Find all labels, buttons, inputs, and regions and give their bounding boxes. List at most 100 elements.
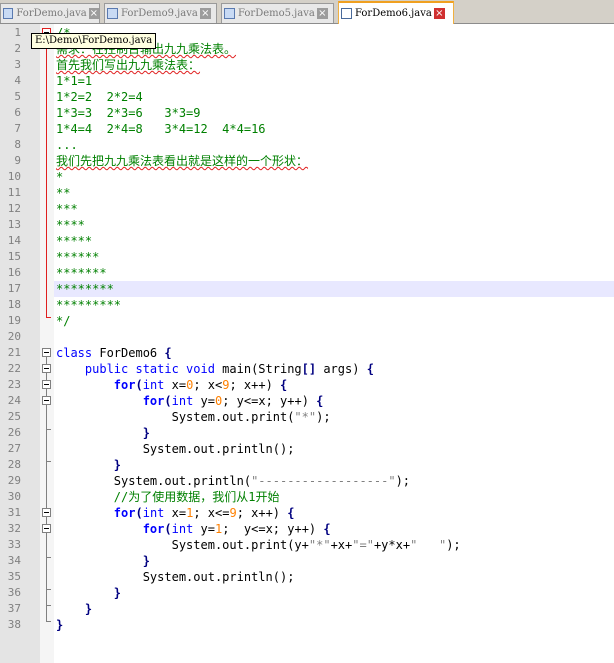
code-token: } <box>142 426 150 440</box>
code-line[interactable]: for(int y=1; y<=x; y++) { <box>56 521 331 537</box>
code-line[interactable]: ******* <box>56 265 107 281</box>
code-line[interactable]: System.out.print("*"); <box>56 409 331 425</box>
tab-fordemo9[interactable]: ForDemo9.java × <box>104 3 217 23</box>
line-number: 16 <box>7 266 21 279</box>
code-line[interactable]: for(int x=0; x<9; x++) { <box>56 377 287 393</box>
code-line[interactable]: } <box>56 601 92 617</box>
code-line[interactable]: } <box>56 425 150 441</box>
code-token: ******* <box>56 266 107 280</box>
code-line[interactable]: } <box>56 457 121 473</box>
code-line[interactable]: for(int y=0; y<=x; y++) { <box>56 393 324 409</box>
fold-margin <box>40 24 54 663</box>
code-line[interactable]: } <box>56 617 63 633</box>
code-line[interactable]: * <box>56 169 63 185</box>
line-number: 13 <box>7 218 21 231</box>
fold-toggle-icon[interactable] <box>42 524 51 533</box>
code-token: } <box>113 586 122 600</box>
code-line[interactable]: System.out.println("------------------")… <box>56 473 410 489</box>
line-number: 8 <box>14 138 21 151</box>
line-number: 37 <box>7 602 21 615</box>
tab-fordemo6[interactable]: ForDemo6.java × <box>338 1 454 24</box>
code-line[interactable]: 1*2=2 2*2=4 <box>56 89 143 105</box>
code-token: //为了使用数据，我们从1开始 <box>56 490 280 504</box>
code-line[interactable]: **** <box>56 217 85 233</box>
fold-end-marker <box>46 317 51 318</box>
code-token: +y*x+ <box>373 538 411 552</box>
code-line[interactable]: ** <box>56 185 70 201</box>
code-line[interactable]: 我们先把九九乘法表看出就是这样的一个形状： <box>56 153 308 169</box>
code-token: 1*3=3 2*3=6 3*3=9 <box>56 106 201 120</box>
code-token: } <box>56 618 64 632</box>
code-token: ; x++) <box>236 506 288 520</box>
code-line[interactable]: class ForDemo6 { <box>56 345 172 361</box>
tab-fordemo5[interactable]: ForDemo5.java × <box>221 3 334 23</box>
code-token: x= <box>164 378 187 392</box>
code-line[interactable]: public static void main(String[] args) { <box>56 361 374 377</box>
fold-toggle-icon[interactable] <box>42 364 51 373</box>
code-line[interactable]: } <box>56 585 121 601</box>
line-number: 18 <box>7 298 21 311</box>
code-token: { <box>164 346 172 360</box>
line-number: 25 <box>7 410 21 423</box>
code-token: "*" <box>308 538 331 552</box>
code-line[interactable]: System.out.println(); <box>56 441 295 457</box>
code-line[interactable]: ******** <box>56 281 114 297</box>
code-token: 我们先把九九乘法表看出就是这样的一个形状： <box>56 154 309 168</box>
code-line[interactable]: ****** <box>56 249 99 265</box>
code-token: ); <box>395 474 411 488</box>
code-token: { <box>316 394 324 408</box>
code-token: { <box>323 522 331 536</box>
code-token: ( <box>164 394 172 408</box>
code-token: class <box>56 346 93 360</box>
code-token: System.out.print(y+ <box>56 538 309 552</box>
code-line[interactable]: 1*4=4 2*4=8 3*4=12 4*4=16 <box>56 121 266 137</box>
line-number: 11 <box>7 186 21 199</box>
code-token: 1*1=1 <box>56 74 93 88</box>
java-file-icon <box>107 8 118 19</box>
close-icon[interactable]: × <box>316 8 328 19</box>
fold-end-marker <box>46 589 51 590</box>
code-line[interactable]: //为了使用数据，我们从1开始 <box>56 489 280 505</box>
code-line[interactable]: } <box>56 553 150 569</box>
tab-bar: ForDemo.java × ForDemo9.java × ForDemo5.… <box>0 0 614 24</box>
code-line[interactable]: 首先我们写出九九乘法表： <box>56 57 200 73</box>
code-line[interactable]: 1*1=1 <box>56 73 92 89</box>
close-icon[interactable]: × <box>199 8 211 19</box>
code-line[interactable]: for(int x=1; x<=9; x++) { <box>56 505 295 521</box>
line-number: 6 <box>14 106 21 119</box>
code-token: 9 <box>229 506 237 520</box>
code-token: int <box>142 378 165 392</box>
code-token: ( <box>135 506 143 520</box>
line-number: 26 <box>7 426 21 439</box>
tab-fordemo[interactable]: ForDemo.java × <box>0 3 100 23</box>
code-line[interactable]: 1*3=3 2*3=6 3*3=9 <box>56 105 201 121</box>
fold-end-marker <box>46 461 51 462</box>
code-token: for <box>113 506 136 520</box>
line-number: 27 <box>7 442 21 455</box>
file-path-tooltip: E:\Demo\ForDemo.java <box>31 33 157 49</box>
code-line[interactable]: ***** <box>56 233 92 249</box>
tab-label: ForDemo.java <box>16 8 87 19</box>
code-token: args) <box>316 362 367 376</box>
code-token: **** <box>56 218 85 232</box>
code-line[interactable]: ********* <box>56 297 121 313</box>
code-line[interactable]: */ <box>56 313 70 329</box>
close-icon[interactable]: × <box>433 8 445 19</box>
close-icon[interactable]: × <box>88 8 99 19</box>
tab-label: ForDemo9.java <box>121 8 198 19</box>
code-line[interactable]: System.out.print(y+"*"+x+"="+y*x+" "); <box>56 537 461 553</box>
code-token: ***** <box>56 234 93 248</box>
code-line[interactable]: System.out.println(); <box>56 569 295 585</box>
code-line[interactable]: ... <box>56 137 78 153</box>
code-line[interactable]: *** <box>56 201 78 217</box>
fold-toggle-icon[interactable] <box>42 508 51 517</box>
line-number: 22 <box>7 362 21 375</box>
fold-toggle-icon[interactable] <box>42 396 51 405</box>
fold-toggle-icon[interactable] <box>42 348 51 357</box>
code-token: y= <box>193 522 215 536</box>
fold-toggle-icon[interactable] <box>42 380 51 389</box>
line-number: 14 <box>7 234 21 247</box>
fold-end-marker <box>46 605 51 606</box>
